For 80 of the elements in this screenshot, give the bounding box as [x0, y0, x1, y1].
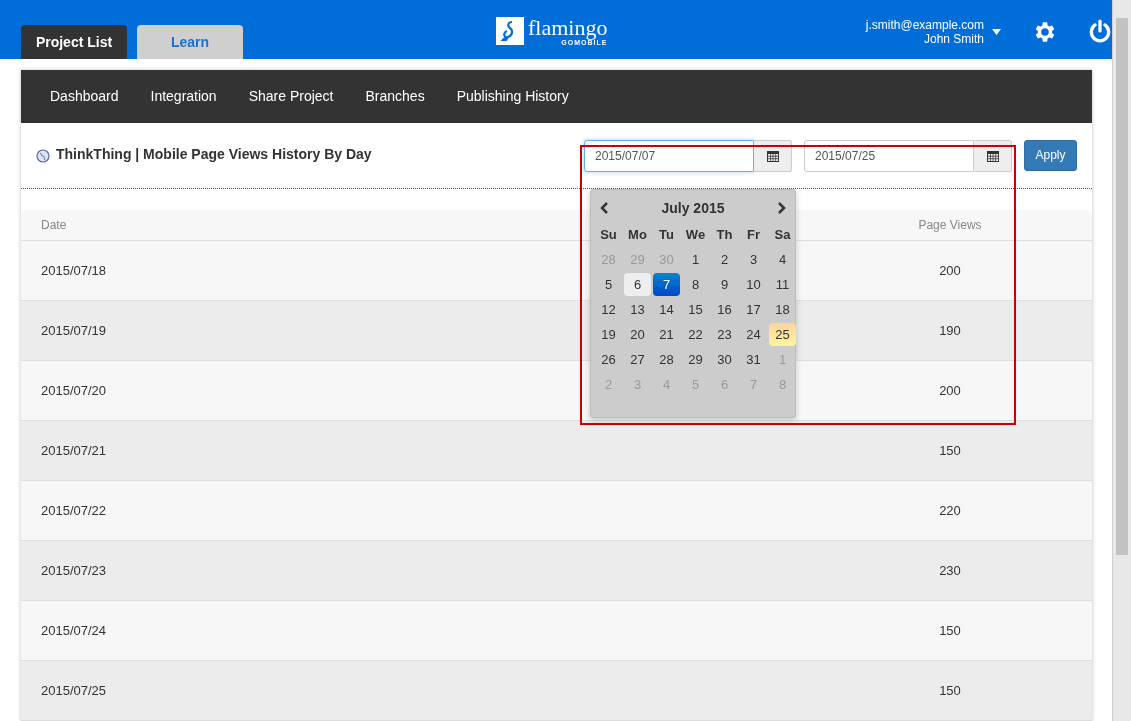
- nav-link[interactable]: Branches: [365, 88, 425, 105]
- scrollbar[interactable]: [1112, 0, 1131, 721]
- calendar-day[interactable]: 26: [595, 348, 622, 371]
- calendar-day[interactable]: 17: [740, 298, 767, 321]
- calendar-day[interactable]: 31: [740, 348, 767, 371]
- calendar-day[interactable]: 14: [653, 298, 680, 321]
- calendar-day[interactable]: 12: [595, 298, 622, 321]
- weekday-label: Su: [599, 226, 618, 244]
- weekday-label: Mo: [627, 226, 648, 244]
- weekday-label: Fr: [746, 226, 761, 244]
- power-icon[interactable]: [1087, 19, 1113, 45]
- calendar-day[interactable]: 11: [769, 273, 796, 296]
- calendar-day[interactable]: 6: [624, 273, 651, 296]
- calendar-day[interactable]: 13: [624, 298, 651, 321]
- column-header: Date: [41, 218, 68, 232]
- table-cell-text: 150: [938, 623, 962, 638]
- table-cell: 2015/07/23: [41, 563, 107, 578]
- logo-icon: [496, 17, 524, 45]
- calendar-day[interactable]: 24: [740, 323, 767, 346]
- calendar-day[interactable]: 10: [740, 273, 767, 296]
- column-header: Page Views: [917, 218, 983, 232]
- calendar-day[interactable]: 8: [682, 273, 709, 296]
- logo-text: flamingo: [528, 17, 608, 39]
- nav-link[interactable]: Share Project: [248, 88, 334, 105]
- table-cell-text: 150: [938, 683, 962, 698]
- calendar-icon: [766, 149, 779, 162]
- calendar-day[interactable]: 4: [769, 248, 796, 271]
- calendar-day[interactable]: 27: [624, 348, 651, 371]
- calendar-icon: [986, 149, 999, 162]
- weekday-label: Tu: [658, 226, 675, 244]
- calendar-day[interactable]: 21: [653, 323, 680, 346]
- table-cell: 2015/07/21: [41, 443, 107, 458]
- table-cell: 2015/07/25: [41, 683, 107, 698]
- user-email: j.smith@example.com: [865, 18, 984, 32]
- calendar-day[interactable]: 5: [595, 273, 622, 296]
- calendar-day[interactable]: 30: [711, 348, 738, 371]
- calendar-day[interactable]: 25: [769, 323, 796, 346]
- calendar-day[interactable]: 15: [682, 298, 709, 321]
- apply-button[interactable]: Apply: [1024, 139, 1077, 171]
- calendar-day[interactable]: 28: [653, 348, 680, 371]
- table-cell-text: 190: [938, 323, 962, 338]
- start-date-field[interactable]: 2015/07/07: [584, 139, 754, 172]
- month-label[interactable]: July 2015: [661, 200, 725, 216]
- weekday-label: Th: [715, 226, 734, 244]
- calendar-button[interactable]: [974, 139, 1012, 172]
- user-name: John Smith: [923, 32, 984, 46]
- calendar-day[interactable]: 20: [624, 323, 651, 346]
- table-cell: 2015/07/20: [41, 383, 107, 398]
- table-cell-text: 230: [938, 563, 962, 578]
- previous-icon[interactable]: [600, 202, 608, 214]
- calendar-day[interactable]: 16: [711, 298, 738, 321]
- end-date-field[interactable]: 2015/07/25: [804, 139, 974, 172]
- next-icon[interactable]: [778, 202, 786, 214]
- tab[interactable]: Project List: [21, 25, 127, 59]
- table-cell-text: 200: [938, 263, 962, 278]
- page-title: ThinkThing | Mobile Page Views History By Day: [56, 145, 372, 162]
- nav-link[interactable]: Integration: [150, 88, 217, 105]
- weekday-label: Sa: [773, 226, 792, 244]
- calendar-day[interactable]: 1: [682, 248, 709, 271]
- calendar-day[interactable]: 7: [653, 273, 680, 296]
- table-cell-text: 150: [938, 443, 962, 458]
- calendar-day[interactable]: 22: [682, 323, 709, 346]
- calendar-day[interactable]: 18: [769, 298, 796, 321]
- nav-link[interactable]: Dashboard: [50, 88, 119, 105]
- calendar-button[interactable]: [754, 139, 792, 172]
- calendar-day[interactable]: 23: [711, 323, 738, 346]
- nav-link[interactable]: Publishing History: [456, 88, 569, 105]
- table-cell-text: 200: [938, 383, 962, 398]
- weekday-label: We: [684, 226, 707, 244]
- calendar-day[interactable]: 9: [711, 273, 738, 296]
- table-cell: 2015/07/22: [41, 503, 107, 518]
- table-cell: 2015/07/24: [41, 623, 107, 638]
- calendar-day[interactable]: 29: [682, 348, 709, 371]
- calendar-day[interactable]: 2: [711, 248, 738, 271]
- table-cell-text: 220: [938, 503, 962, 518]
- calendar-day[interactable]: 3: [740, 248, 767, 271]
- table-cell: 2015/07/19: [41, 323, 107, 338]
- caret-icon[interactable]: [992, 29, 1001, 35]
- table-cell: 2015/07/18: [41, 263, 107, 278]
- calendar-day[interactable]: 19: [595, 323, 622, 346]
